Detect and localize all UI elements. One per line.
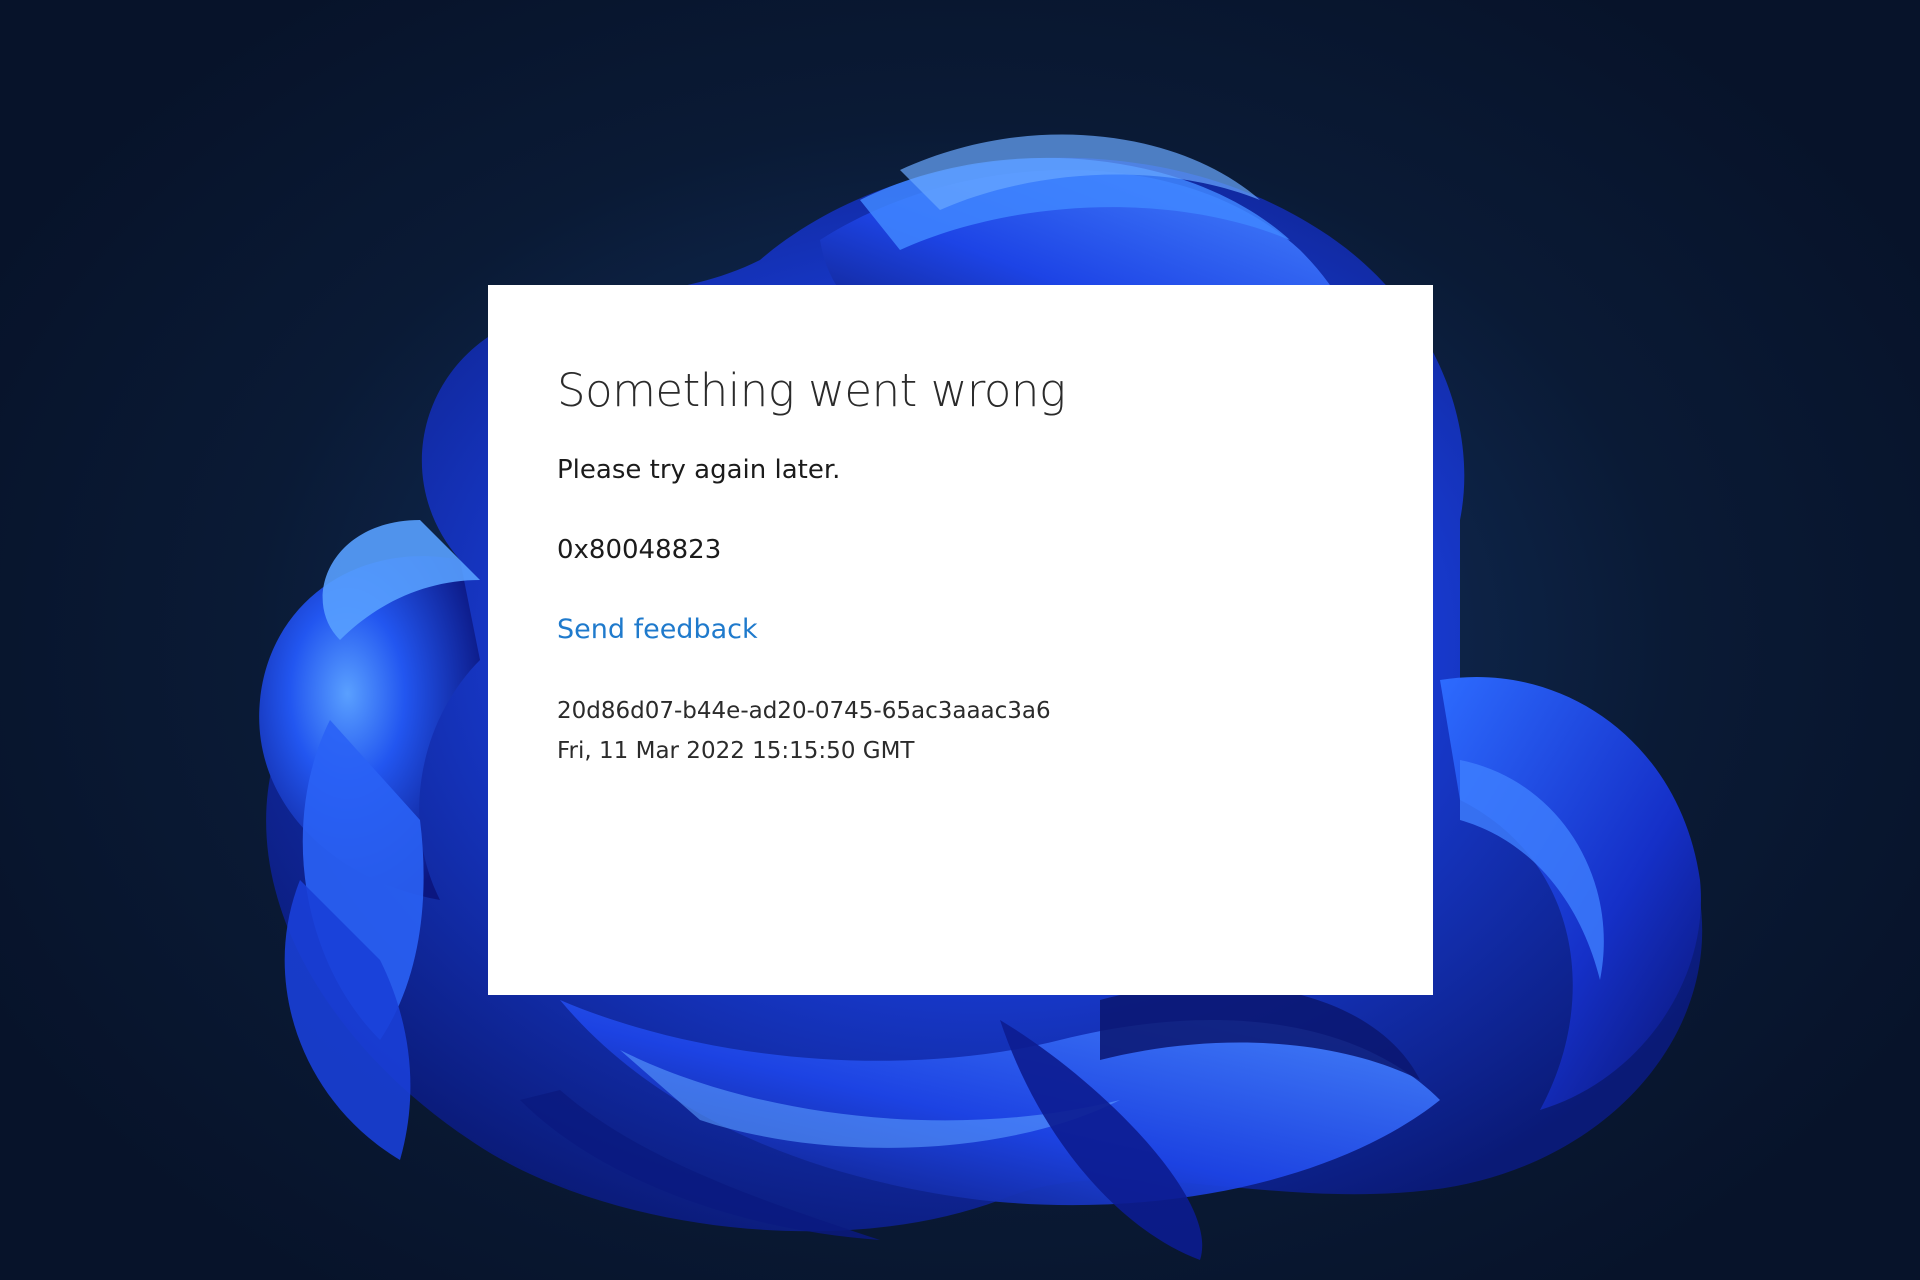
send-feedback-link[interactable]: Send feedback bbox=[557, 613, 758, 647]
desktop-wallpaper: Something went wrong Please try again la… bbox=[0, 0, 1920, 1280]
dialog-content: Something went wrong Please try again la… bbox=[557, 363, 1393, 771]
error-message: Please try again later. bbox=[557, 455, 841, 485]
correlation-id: 20d86d07-b44e-ad20-0745-65ac3aaac3a6 bbox=[557, 698, 1051, 724]
error-timestamp: Fri, 11 Mar 2022 15:15:50 GMT bbox=[557, 738, 915, 764]
dialog-title: Something went wrong bbox=[557, 364, 1066, 417]
error-code: 0x80048823 bbox=[557, 535, 722, 565]
error-details: 20d86d07-b44e-ad20-0745-65ac3aaac3a6 Fri… bbox=[557, 691, 1393, 771]
error-dialog: Something went wrong Please try again la… bbox=[488, 285, 1433, 995]
